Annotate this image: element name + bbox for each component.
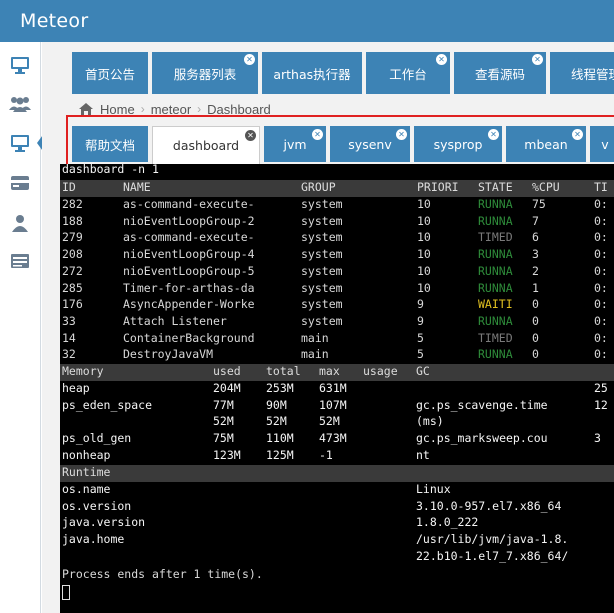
thread-row: 176 AsyncAppender-Worke system 9 WAITI 0 0: xyxy=(62,297,608,312)
tab-label: dashboard xyxy=(172,138,240,153)
close-icon[interactable]: ✕ xyxy=(244,54,255,65)
terminal-command: dashboard -n 1 xyxy=(62,164,159,176)
tab-label: 服务器列表 xyxy=(173,66,237,82)
user-icon[interactable] xyxy=(9,212,31,234)
close-icon[interactable]: ✕ xyxy=(532,54,543,65)
tab-home-notice[interactable]: 首页公告 xyxy=(72,52,148,94)
terminal-footer: Process ends after 1 time(s). xyxy=(62,567,263,581)
thread-row: 32 DestroyJavaVM main 5 RUNNA 0 0: xyxy=(62,347,608,362)
tab-label: sysenv xyxy=(348,136,392,152)
memory-row: heap 204M 253M 631M 25 xyxy=(62,381,608,395)
tab-label: 工作台 xyxy=(389,66,427,82)
tab-arthas-executor[interactable]: arthas执行器 xyxy=(262,52,362,94)
thread-row: 33 Attach Listener system 9 RUNNA 0 0: xyxy=(62,313,608,328)
sidebar xyxy=(0,42,45,613)
monitor-icon[interactable] xyxy=(9,54,31,76)
runtime-header: Runtime xyxy=(60,465,614,482)
close-icon[interactable]: ✕ xyxy=(245,130,256,141)
runtime-row: os.version 3.10.0-957.el7.x86_64 xyxy=(62,498,562,513)
runtime-row: 22.b10-1.el7_7.x86_64/ xyxy=(416,548,569,563)
tab-dashboard[interactable]: dashboard ✕ xyxy=(152,126,260,164)
tab-label: jvm xyxy=(283,136,307,152)
thread-row: 285 Timer-for-arthas-da system 10 RUNNA 1 0: xyxy=(62,280,608,295)
thread-row: 208 nioEventLoopGroup-4 system 10 RUNNA 3 0: xyxy=(62,247,608,262)
runtime-row: java.version 1.8.0_222 xyxy=(62,515,479,530)
tab-label: v xyxy=(601,136,609,152)
thread-row: 282 as-command-execute-system 10 RUNNA 75 0: xyxy=(62,197,608,211)
tab-label: arthas执行器 xyxy=(273,66,351,82)
tab-more[interactable]: v xyxy=(590,126,614,162)
runtime-row: os.name Linux xyxy=(62,482,451,496)
tab-workbench[interactable]: 工作台 ✕ xyxy=(366,52,450,94)
tab-server-list[interactable]: 服务器列表 ✕ xyxy=(152,52,258,94)
tab-label: 查看源码 xyxy=(474,66,525,82)
breadcrumb-separator: › xyxy=(197,102,202,116)
app-title: Meteor xyxy=(20,10,89,32)
terminal-cursor xyxy=(62,585,70,600)
runtime-row: java.home/usr/lib/jvm/java-1.8. xyxy=(62,532,569,547)
close-icon[interactable]: ✕ xyxy=(488,129,499,140)
users-icon[interactable] xyxy=(9,93,31,115)
memory-row: nonheap 123M 125M -1 nt xyxy=(62,447,430,462)
tab-label: sysprop xyxy=(433,136,483,152)
memory-table-header: Memory used total max usage GC xyxy=(60,364,614,381)
thread-row: 272 nioEventLoopGroup-5 system 10 RUNNA 2 0: xyxy=(62,263,608,278)
close-icon[interactable]: ✕ xyxy=(312,129,323,140)
top-bar: Meteor xyxy=(0,0,614,42)
thread-row: 188 nioEventLoopGroup-2 system 10 RUNNA 7 0: xyxy=(62,213,608,228)
tab-thread-management[interactable]: 线程管理 ✕ xyxy=(550,52,614,94)
tab-label: 帮助文档 xyxy=(84,137,135,153)
home-icon xyxy=(79,103,93,115)
memory-row: 52M 52M 52M (ms) xyxy=(213,414,444,429)
close-icon[interactable]: ✕ xyxy=(436,54,447,65)
list-icon[interactable] xyxy=(9,250,31,272)
tab-jvm[interactable]: jvm ✕ xyxy=(264,126,326,162)
monitor-icon[interactable] xyxy=(9,132,45,154)
tab-label: 首页公告 xyxy=(84,66,135,82)
thread-row: 14 ContainerBackground main 5 TIMED 0 0: xyxy=(62,330,608,345)
memory-row: ps_eden_space 77M 90M 107M gc.ps_scavenge.ti… xyxy=(62,397,608,412)
tab-mbean[interactable]: mbean ✕ xyxy=(506,126,586,162)
tab-help-docs[interactable]: 帮助文档 xyxy=(72,126,148,162)
close-icon[interactable]: ✕ xyxy=(572,129,583,140)
memory-row: ps_old_gen 75M 110M 473M gc.ps_marksweep.cou… xyxy=(62,431,601,446)
tab-label: 线程管理 xyxy=(570,66,614,82)
close-icon[interactable]: ✕ xyxy=(396,129,407,140)
terminal-output[interactable]: dashboard -n 1 ID NAME GROUP PRIORI STAT… xyxy=(60,164,614,613)
tab-sysprop[interactable]: sysprop ✕ xyxy=(414,126,502,162)
tab-sysenv[interactable]: sysenv ✕ xyxy=(330,126,410,162)
thread-row: 279 as-command-execute-system 10 TIMED 6 0: xyxy=(62,230,608,245)
breadcrumb-separator: › xyxy=(140,102,145,116)
tab-view-source[interactable]: 查看源码 ✕ xyxy=(454,52,546,94)
card-icon[interactable] xyxy=(9,172,31,194)
thread-table-header: ID NAME GROUP PRIORI STATE %CPU TI xyxy=(60,180,614,197)
tab-label: mbean xyxy=(524,136,568,152)
